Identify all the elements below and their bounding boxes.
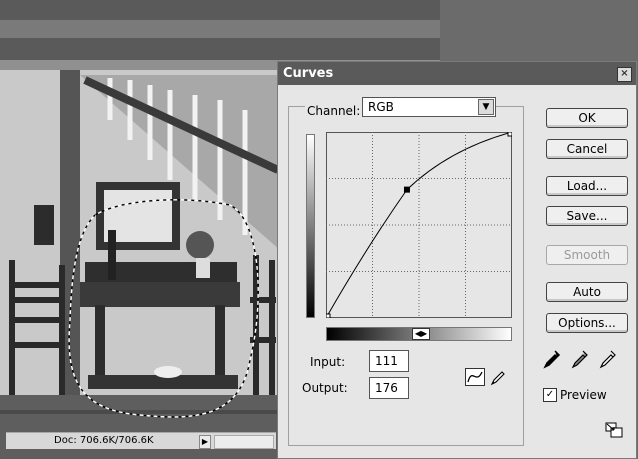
dialog-titlebar[interactable]: Curves × bbox=[278, 62, 636, 85]
white-eyedropper-icon[interactable] bbox=[599, 349, 617, 369]
auto-button[interactable]: Auto bbox=[546, 282, 628, 302]
black-eyedropper-icon[interactable] bbox=[543, 349, 561, 369]
input-field[interactable]: 111 bbox=[369, 350, 409, 372]
gray-eyedropper-icon[interactable] bbox=[571, 349, 589, 369]
output-gradient-bar bbox=[306, 134, 315, 318]
channel-select[interactable]: RGB ▼ bbox=[362, 97, 496, 117]
channel-value: RGB bbox=[368, 100, 394, 114]
curve-point-selected[interactable] bbox=[403, 186, 410, 193]
curve-point-white[interactable] bbox=[507, 132, 512, 137]
expand-dialog-icon[interactable] bbox=[605, 422, 623, 438]
horizontal-scrollbar[interactable] bbox=[214, 435, 274, 449]
input-label: Input: bbox=[310, 355, 346, 369]
curves-dialog: Curves × Channel: RGB ▼ ◀▶ Input: 111 Ou… bbox=[277, 61, 637, 459]
channel-label: Channel: bbox=[305, 104, 363, 118]
curve-tool-icon[interactable] bbox=[465, 368, 485, 386]
save-button[interactable]: Save... bbox=[546, 206, 628, 226]
curve-point-black[interactable] bbox=[326, 313, 331, 318]
doc-size-readout: Doc: 706.6K/706.6K bbox=[54, 435, 154, 446]
close-icon[interactable]: × bbox=[617, 67, 632, 82]
gradient-toggle-icon[interactable]: ◀▶ bbox=[412, 328, 430, 340]
options-button[interactable]: Options... bbox=[546, 313, 628, 333]
chevron-down-icon[interactable]: ▼ bbox=[478, 99, 494, 115]
output-field[interactable]: 176 bbox=[369, 377, 409, 399]
cancel-button[interactable]: Cancel bbox=[546, 139, 628, 159]
preview-checkbox[interactable]: ✓ bbox=[543, 388, 557, 402]
ok-button[interactable]: OK bbox=[546, 108, 628, 128]
load-button[interactable]: Load... bbox=[546, 176, 628, 196]
status-menu-arrow-icon[interactable]: ▶ bbox=[199, 435, 211, 449]
smooth-button[interactable]: Smooth bbox=[546, 245, 628, 265]
curve-graph[interactable] bbox=[326, 132, 512, 318]
dialog-title: Curves bbox=[283, 66, 334, 81]
preview-label: Preview bbox=[560, 388, 607, 402]
output-label: Output: bbox=[302, 381, 348, 395]
status-bar: Doc: 706.6K/706.6K ▶ bbox=[6, 432, 276, 449]
pencil-icon[interactable] bbox=[489, 369, 507, 387]
